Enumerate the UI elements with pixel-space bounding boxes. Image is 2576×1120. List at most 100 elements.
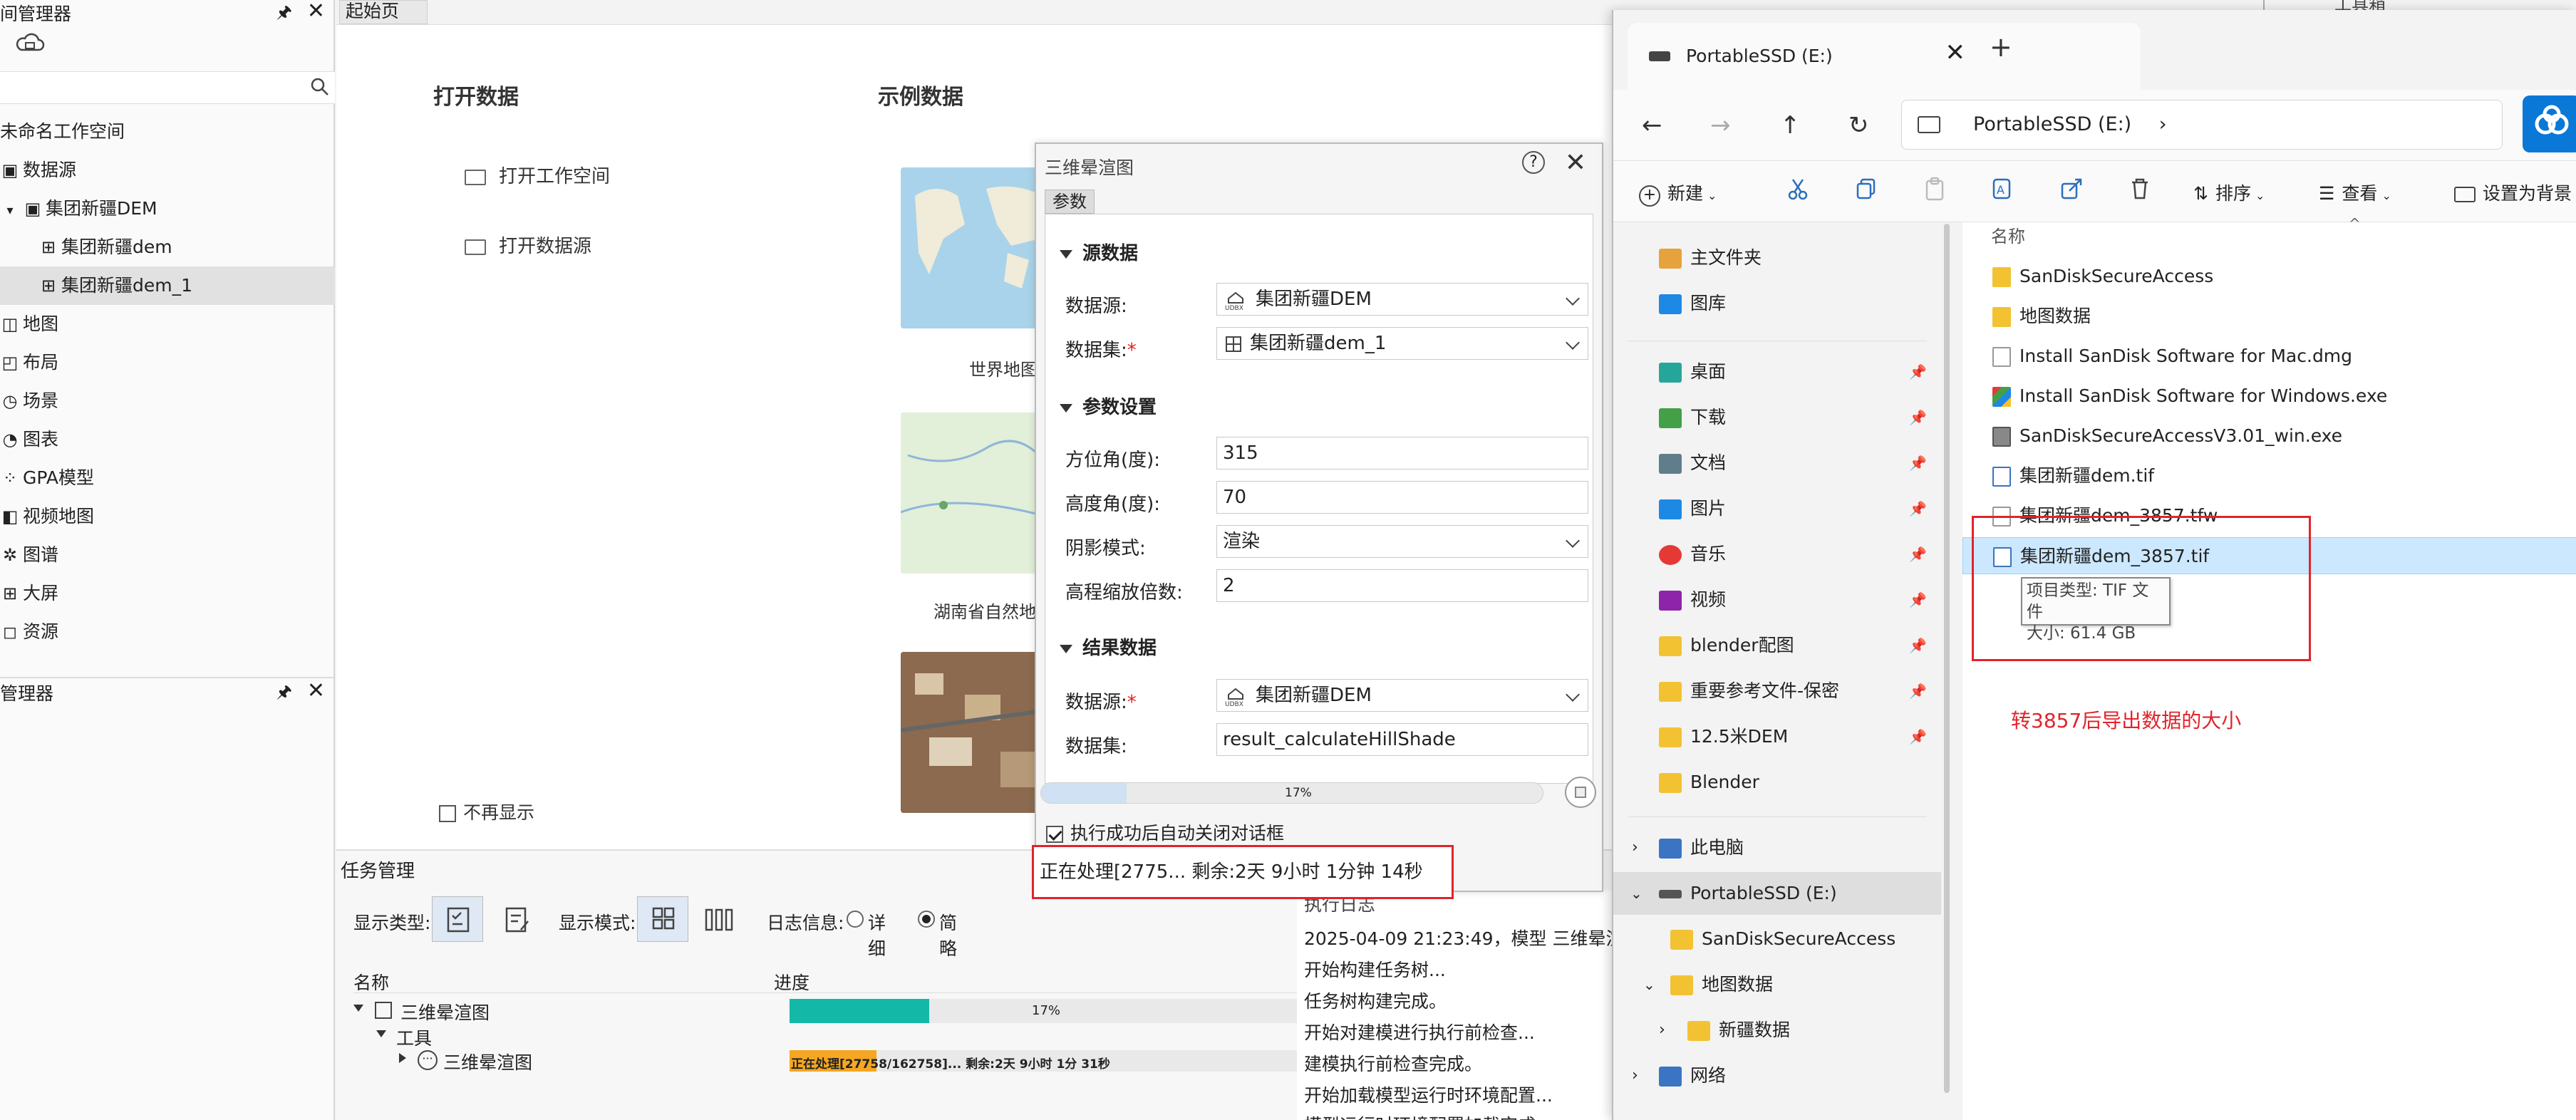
tree-item-dashboards[interactable]: ⊞ 大屏: [0, 574, 335, 613]
dont-show-again-checkbox[interactable]: 不再显示: [439, 799, 534, 824]
source-dataset-select[interactable]: 集团新疆dem_1: [1216, 327, 1588, 360]
display-mode-column-button[interactable]: [693, 896, 744, 942]
share-icon[interactable]: [2059, 177, 2084, 201]
pin-icon[interactable]: 🖈: [276, 680, 292, 709]
tab-start-page[interactable]: 起始页: [339, 0, 428, 24]
pin-icon[interactable]: 📌: [1909, 487, 1927, 530]
forward-arrow-icon[interactable]: →: [1710, 111, 1731, 140]
open-datasource-link[interactable]: 打开数据源: [465, 232, 591, 258]
nav-item-pictures[interactable]: 图片 📌: [1613, 487, 1941, 530]
nav-item-documents[interactable]: 文档 📌: [1613, 442, 1941, 484]
pin-icon[interactable]: 📌: [1909, 351, 1927, 393]
nav-item-map-data[interactable]: ⌄ 地图数据: [1613, 963, 1941, 1006]
pin-icon[interactable]: 📌: [1909, 396, 1927, 439]
help-icon[interactable]: ?: [1522, 151, 1545, 174]
result-datasource-select[interactable]: UDBX 集团新疆DEM: [1216, 679, 1588, 712]
altitude-input[interactable]: 70: [1216, 481, 1588, 514]
baidu-cloud-icon[interactable]: [2523, 95, 2576, 152]
group-result-data[interactable]: 结果数据: [1060, 633, 1157, 660]
tree-item-video-maps[interactable]: ◧ 视频地图: [0, 497, 335, 536]
delete-icon[interactable]: [2128, 177, 2152, 201]
nav-item-blender[interactable]: Blender: [1613, 761, 1941, 804]
nav-item-dem-12m[interactable]: 12.5米DEM 📌: [1613, 715, 1941, 758]
tree-item-datasources[interactable]: ▣ 数据源: [0, 151, 335, 190]
file-row[interactable]: SanDiskSecureAccess: [1962, 258, 2576, 295]
display-type-task-button[interactable]: [432, 896, 483, 942]
z-factor-input[interactable]: 2: [1216, 569, 1588, 602]
nav-item-music[interactable]: 音乐 📌: [1613, 533, 1941, 576]
set-background-button[interactable]: 设置为背景: [2454, 180, 2572, 205]
tree-item-charts[interactable]: ◔ 图表: [0, 420, 335, 459]
tree-item-dataset-dem[interactable]: ⊞ 集团新疆dem: [0, 228, 335, 266]
back-arrow-icon[interactable]: ←: [1642, 111, 1662, 140]
navigation-scrollbar[interactable]: [1944, 224, 1950, 1093]
new-button[interactable]: + 新建 ⌄: [1639, 180, 1717, 207]
chevron-down-icon[interactable]: [1566, 688, 1580, 702]
pin-icon[interactable]: 📌: [1909, 533, 1927, 576]
nav-item-videos[interactable]: 视频 📌: [1613, 579, 1941, 621]
log-brief-radio[interactable]: [918, 911, 935, 928]
chevron-down-icon[interactable]: ⌄: [1643, 963, 1655, 1006]
tree-item-maps[interactable]: ◫ 地图: [0, 305, 335, 343]
shadow-mode-select[interactable]: 渲染: [1216, 525, 1588, 558]
file-row[interactable]: 地图数据: [1962, 298, 2576, 335]
checkbox-icon[interactable]: [1046, 826, 1063, 843]
pin-icon[interactable]: 📌: [1909, 715, 1927, 758]
result-dataset-input[interactable]: result_calculateHillShade: [1216, 723, 1588, 756]
nav-item-network[interactable]: › 网络: [1613, 1054, 1941, 1097]
collapse-caret-icon[interactable]: [1060, 644, 1072, 653]
tree-item-scenes[interactable]: ◷ 场景: [0, 382, 335, 420]
close-icon[interactable]: ✕: [307, 678, 325, 703]
chevron-right-icon[interactable]: ›: [1659, 1009, 1665, 1052]
pin-icon[interactable]: 📌: [1909, 579, 1927, 621]
chevron-right-icon[interactable]: ›: [1632, 826, 1638, 869]
close-icon[interactable]: ✕: [1565, 148, 1586, 177]
tree-item-layouts[interactable]: ◰ 布局: [0, 343, 335, 382]
tree-item-resources[interactable]: ◻ 资源: [0, 613, 335, 651]
pin-icon[interactable]: 📌: [1909, 670, 1927, 712]
cut-icon[interactable]: [1786, 177, 1810, 201]
cancel-button[interactable]: [1565, 777, 1596, 808]
nav-item-home[interactable]: 主文件夹: [1613, 237, 1941, 279]
auto-close-checkbox[interactable]: 执行成功后自动关闭对话框: [1046, 819, 1284, 845]
display-type-log-button[interactable]: [490, 896, 542, 942]
nav-item-important-files[interactable]: 重要参考文件-保密 📌: [1613, 670, 1941, 712]
chevron-right-icon[interactable]: ›: [2159, 113, 2167, 135]
expand-caret-icon[interactable]: [353, 1005, 363, 1012]
log-detail-radio[interactable]: [847, 911, 864, 928]
chevron-down-icon[interactable]: [1566, 336, 1580, 350]
collapse-caret-icon[interactable]: [1060, 403, 1072, 413]
up-arrow-icon[interactable]: ↑: [1780, 111, 1801, 140]
sort-button[interactable]: ⇅ 排序 ⌄: [2193, 180, 2265, 205]
close-icon[interactable]: ✕: [307, 0, 325, 24]
rename-icon[interactable]: A: [1991, 177, 2015, 201]
azimuth-input[interactable]: 315: [1216, 437, 1588, 470]
column-header-name[interactable]: 名称: [1991, 222, 2025, 247]
column-header-progress[interactable]: 进度: [774, 969, 809, 995]
new-tab-icon[interactable]: +: [1990, 31, 2012, 63]
pin-icon[interactable]: 🖈: [276, 0, 292, 29]
file-row[interactable]: 集团新疆dem.tif: [1962, 457, 2576, 494]
nav-item-desktop[interactable]: 桌面 📌: [1613, 351, 1941, 393]
search-icon[interactable]: [311, 78, 329, 96]
chevron-down-icon[interactable]: [1566, 534, 1580, 548]
chevron-down-icon[interactable]: [1566, 291, 1580, 306]
checkbox-icon[interactable]: [439, 805, 456, 822]
source-datasource-select[interactable]: UDBX 集团新疆DEM: [1216, 283, 1588, 316]
tree-item-datasource-xinjiang[interactable]: ▾ ▣ 集团新疆DEM: [0, 190, 335, 228]
expand-caret-icon[interactable]: [399, 1053, 406, 1063]
refresh-icon[interactable]: ↻: [1848, 111, 1869, 140]
collapse-caret-icon[interactable]: [1060, 249, 1072, 259]
group-source-data[interactable]: 源数据: [1060, 239, 1138, 265]
file-row[interactable]: Install SanDisk Software for Mac.dmg: [1962, 338, 2576, 375]
column-header-name[interactable]: 名称: [353, 969, 389, 995]
group-parameter-settings[interactable]: 参数设置: [1060, 393, 1157, 419]
world-map-thumbnail[interactable]: [901, 167, 1057, 328]
view-button[interactable]: ☰ 查看 ⌄: [2319, 180, 2391, 205]
tab-parameters[interactable]: 参数: [1045, 190, 1095, 214]
chevron-down-icon[interactable]: ⌄: [1630, 872, 1643, 915]
tree-item-dataset-dem1[interactable]: ⊞ 集团新疆dem_1: [0, 266, 335, 305]
hunan-map-thumbnail[interactable]: [901, 413, 1057, 574]
cloud-icon[interactable]: [14, 28, 46, 57]
pin-icon[interactable]: 📌: [1909, 442, 1927, 484]
